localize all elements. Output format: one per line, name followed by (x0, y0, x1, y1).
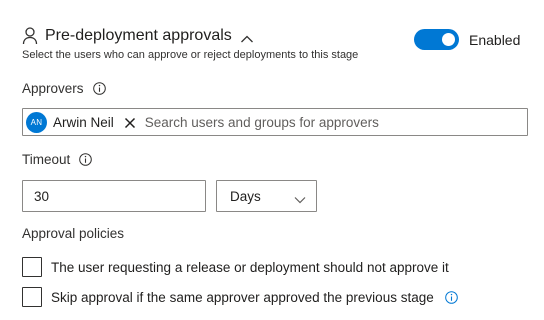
policy-option[interactable]: Skip approval if the same approver appro… (22, 287, 458, 307)
approver-chip-name: Arwin Neil (53, 114, 114, 130)
policy-checkbox-requester[interactable] (22, 257, 42, 277)
policy-label: The user requesting a release or deploym… (51, 259, 449, 275)
section-header[interactable]: Pre-deployment approvals (22, 24, 254, 48)
info-icon[interactable] (92, 82, 106, 95)
info-icon[interactable] (444, 290, 458, 304)
chevron-up-icon[interactable] (240, 31, 254, 43)
policy-label: Skip approval if the same approver appro… (51, 289, 434, 305)
approvers-label: Approvers (22, 81, 84, 96)
avatar: AN (26, 111, 47, 133)
timeout-label: Timeout (22, 152, 71, 167)
timeout-label-row: Timeout (22, 152, 93, 167)
approver-search-input[interactable] (144, 114, 485, 130)
timeout-value-input[interactable] (22, 180, 206, 212)
toggle-label: Enabled (469, 32, 521, 48)
approvers-picker[interactable]: AN Arwin Neil (22, 108, 528, 136)
close-icon[interactable] (124, 116, 136, 129)
approval-policies-label: Approval policies (22, 226, 125, 241)
section-subtitle: Select the users who can approve or reje… (22, 49, 359, 61)
approvers-label-row: Approvers (22, 81, 106, 96)
enabled-toggle[interactable] (414, 29, 459, 50)
timeout-unit-dropdown[interactable]: Days (216, 180, 317, 212)
section-title: Pre-deployment approvals (45, 27, 232, 44)
timeout-unit-value: Days (230, 188, 261, 204)
info-icon[interactable] (79, 153, 93, 166)
person-icon (22, 27, 38, 45)
policy-option[interactable]: The user requesting a release or deploym… (22, 257, 449, 277)
policy-checkbox-skip-approval[interactable] (22, 287, 42, 307)
toggle-knob (442, 33, 455, 46)
chevron-down-icon (294, 192, 306, 204)
